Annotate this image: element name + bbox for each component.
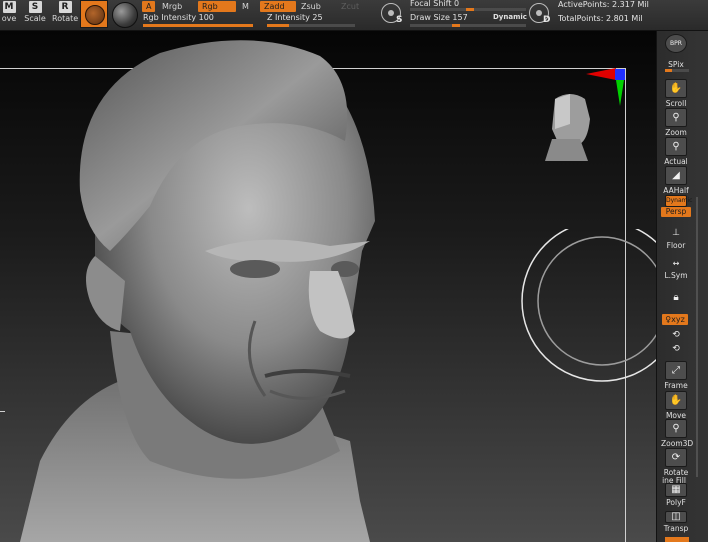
frame-icon: ⤢ bbox=[665, 361, 687, 380]
z-axis-box bbox=[615, 69, 625, 80]
material-icon bbox=[85, 5, 105, 25]
x-axis-arrow bbox=[586, 68, 616, 80]
total-points: TotalPoints: 2.801 Mil bbox=[558, 14, 643, 23]
viewport-canvas[interactable] bbox=[0, 31, 656, 542]
polyf-label: PolyF bbox=[666, 498, 686, 507]
zoom3d-label: Zoom3D bbox=[661, 439, 694, 448]
xyz-button[interactable]: ♀xyz bbox=[662, 314, 688, 325]
rotate-gizmo[interactable] bbox=[520, 229, 656, 389]
rgb-toggle[interactable]: Rgb bbox=[198, 1, 236, 12]
zoom-button[interactable]: ⚲ Zoom bbox=[661, 108, 691, 137]
spix-fill bbox=[665, 69, 673, 72]
floor-button[interactable]: ⊥ Floor bbox=[661, 226, 691, 250]
lock-button[interactable]: 🔒︎ bbox=[661, 289, 691, 308]
floor-label: Floor bbox=[666, 241, 686, 250]
d-key-label: D bbox=[543, 15, 551, 25]
active-points: ActivePoints: 2.317 Mil bbox=[558, 0, 649, 9]
floor-icon: ⊥ bbox=[672, 228, 680, 238]
aahalf-icon: ◢ bbox=[665, 166, 687, 185]
lock-icon: 🔒︎ bbox=[673, 292, 679, 303]
zoom-label: Zoom bbox=[665, 128, 687, 137]
local-icon: ⟲ bbox=[672, 330, 680, 340]
draw-size-label: Draw Size 157 bbox=[410, 13, 468, 22]
scale-icon: S bbox=[28, 1, 42, 13]
scroll-icon: ✋ bbox=[665, 79, 687, 98]
actual-label: Actual bbox=[664, 157, 688, 166]
tray-bottom-indicator bbox=[665, 537, 689, 542]
material-button[interactable] bbox=[80, 0, 108, 28]
bpr-icon: BPR bbox=[665, 34, 687, 53]
zcut-toggle[interactable]: Zcut bbox=[337, 1, 363, 12]
persp-label: Persp bbox=[661, 207, 691, 217]
actual-button[interactable]: ⚲ Actual bbox=[661, 137, 691, 166]
zadd-toggle[interactable]: Zadd bbox=[260, 1, 296, 12]
rotate3d-button[interactable]: ⟳ Rotate bbox=[661, 448, 691, 477]
m-toggle[interactable]: M bbox=[238, 1, 253, 12]
frame-button[interactable]: ⤢ Frame bbox=[661, 361, 691, 390]
lsym-label: L.Sym bbox=[664, 271, 688, 280]
rgb-intensity-fill bbox=[143, 24, 253, 27]
z-intensity-label: Z Intensity 25 bbox=[267, 13, 323, 22]
zoom3d-icon: ⚲ bbox=[665, 419, 687, 438]
move-icon: M bbox=[2, 1, 16, 13]
move-label: ove bbox=[1, 14, 17, 23]
zsub-toggle[interactable]: Zsub bbox=[297, 1, 325, 12]
focal-shift-slider[interactable] bbox=[410, 8, 526, 11]
draw-size-handle bbox=[451, 24, 460, 27]
rotate-icon: R bbox=[58, 1, 72, 13]
zoom-icon: ⚲ bbox=[665, 108, 687, 127]
spix-slider[interactable] bbox=[665, 69, 689, 72]
local-button[interactable]: ⟲ bbox=[661, 329, 691, 341]
scroll-label: Scroll bbox=[665, 99, 687, 108]
texture-icon[interactable] bbox=[112, 2, 138, 28]
z-intensity-fill bbox=[267, 24, 289, 27]
aahalf-button[interactable]: ◢ AAHalf bbox=[661, 166, 691, 195]
bpr-label: BPR bbox=[670, 40, 682, 47]
focal-shift-label: Focal Shift 0 bbox=[410, 0, 460, 8]
s-key-label: S bbox=[396, 15, 403, 25]
rgb-intensity-slider[interactable] bbox=[143, 24, 253, 27]
move3d-icon: ✋ bbox=[665, 391, 687, 410]
rotate3d-icon: ⟳ bbox=[665, 448, 687, 467]
scale-button[interactable]: S Scale bbox=[22, 0, 48, 28]
dynamic-tray-label: Dynamic bbox=[666, 197, 693, 204]
rotate-label: Rotate bbox=[52, 14, 79, 23]
spix-label: SPix bbox=[668, 60, 684, 69]
zoom3d-button[interactable]: ⚲ Zoom3D bbox=[661, 419, 694, 448]
local-2-icon: ⟲ bbox=[672, 344, 680, 354]
rotate-button[interactable]: R Rotate bbox=[52, 0, 78, 28]
y-axis-arrow bbox=[616, 80, 624, 106]
persp-icon: Dynamic bbox=[665, 195, 693, 207]
rgb-intensity-label: Rgb Intensity 100 bbox=[143, 13, 214, 22]
polyf-icon: ▦ bbox=[665, 483, 687, 497]
a-toggle[interactable]: A bbox=[142, 1, 156, 12]
move-button[interactable]: M ove bbox=[0, 0, 22, 28]
right-tray: BPR SPix ✋ Scroll ⚲ Zoom ⚲ Actual ◢ AAHa… bbox=[656, 31, 708, 542]
lsym-button[interactable]: ↔ L.Sym bbox=[661, 258, 691, 280]
focal-shift-handle bbox=[465, 8, 474, 11]
local-button-2[interactable]: ⟲ bbox=[661, 343, 691, 355]
dynamic-label[interactable]: Dynamic bbox=[493, 13, 527, 21]
draw-size-slider[interactable] bbox=[410, 24, 526, 27]
axis-gizmo[interactable] bbox=[578, 66, 632, 120]
aahalf-label: AAHalf bbox=[663, 186, 689, 195]
transp-icon: ◫ bbox=[665, 511, 687, 523]
spix-control[interactable]: SPix bbox=[661, 59, 691, 69]
bpr-button[interactable]: BPR bbox=[661, 34, 691, 53]
actual-icon: ⚲ bbox=[665, 137, 687, 156]
z-intensity-slider[interactable] bbox=[267, 24, 355, 27]
move3d-button[interactable]: ✋ Move bbox=[661, 391, 691, 420]
polyf-button[interactable]: ▦ PolyF bbox=[661, 483, 691, 507]
tray-scrollbar[interactable] bbox=[696, 197, 698, 477]
frame-label: Frame bbox=[664, 381, 688, 390]
top-toolbar: M ove S Scale R Rotate A Mrgb Rgb M Zadd… bbox=[0, 0, 708, 31]
scroll-button[interactable]: ✋ Scroll bbox=[661, 79, 691, 108]
mrgb-toggle[interactable]: Mrgb bbox=[158, 1, 186, 12]
lsym-icon: ↔ bbox=[672, 259, 680, 268]
transp-button[interactable]: ◫ Transp bbox=[661, 511, 691, 533]
transp-label: Transp bbox=[663, 524, 689, 533]
persp-button[interactable]: Dynamic Persp bbox=[661, 195, 693, 217]
scale-label: Scale bbox=[24, 14, 46, 23]
